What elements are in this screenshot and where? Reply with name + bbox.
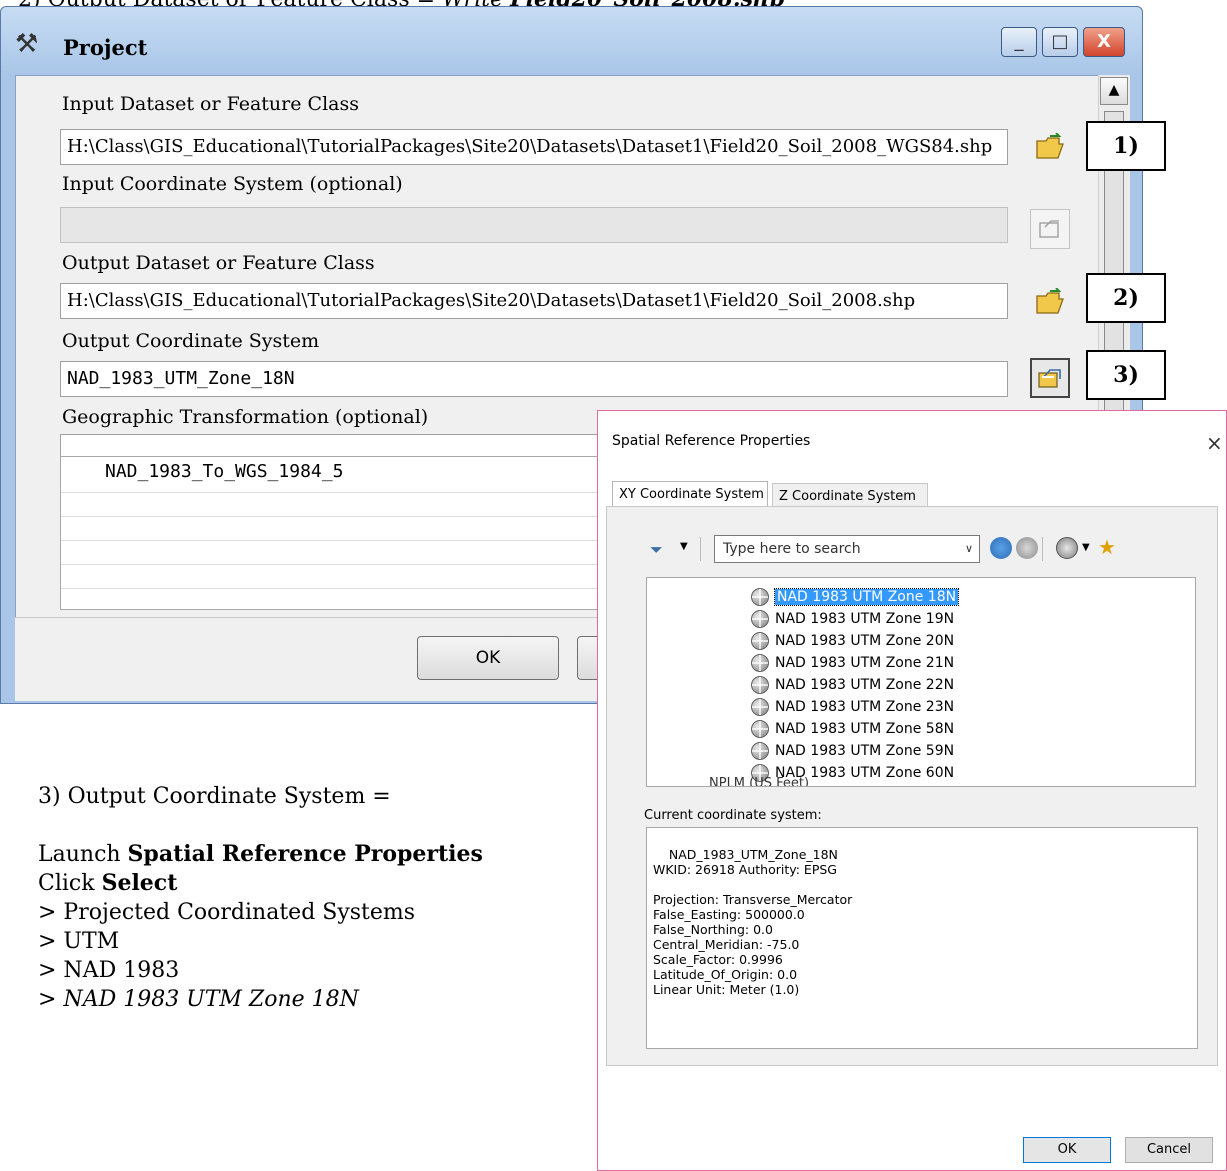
srp-title: Spatial Reference Properties	[612, 433, 811, 449]
instruction-click: Click Select	[38, 870, 178, 896]
input-cs-label: Input Coordinate System (optional)	[62, 173, 403, 195]
step-3-label: 3)	[1086, 350, 1166, 400]
tab-xy-coordinate-system[interactable]: XY Coordinate System	[612, 481, 768, 507]
instruction-path-4: > NAD 1983 UTM Zone 18N	[38, 987, 359, 1012]
srp-ok-button[interactable]: OK	[1023, 1137, 1111, 1163]
folder-save-icon[interactable]	[1030, 282, 1070, 322]
project-titlebar: ⚒ Project _ □ X	[1, 7, 1142, 75]
tree-item[interactable]: NAD 1983 UTM Zone 20N	[751, 630, 954, 652]
tab-z-coordinate-system[interactable]: Z Coordinate System	[772, 483, 928, 507]
coordinate-system-icon[interactable]	[1030, 209, 1070, 249]
project-title: Project	[63, 35, 148, 60]
input-dataset-field[interactable]: H:\Class\GIS_Educational\TutorialPackage…	[60, 129, 1008, 165]
globe-icon	[751, 720, 769, 738]
instruction-path-3: > NAD 1983	[38, 958, 180, 983]
instruction-line-1: 3) Output Coordinate System =	[38, 784, 391, 809]
toolbar-separator	[700, 537, 701, 561]
step-1-label: 1)	[1086, 121, 1166, 171]
globe-icon	[751, 698, 769, 716]
output-dataset-field[interactable]: H:\Class\GIS_Educational\TutorialPackage…	[60, 283, 1008, 319]
tree-item[interactable]: NAD 1983 UTM Zone 59N	[751, 740, 954, 762]
transform-row[interactable]	[61, 517, 619, 541]
transform-row[interactable]	[61, 589, 619, 609]
current-cs-details: NAD_1983_UTM_Zone_18N WKID: 26918 Author…	[646, 827, 1198, 1049]
spatial-reference-button[interactable]	[1030, 358, 1070, 398]
instruction-path-1: > Projected Coordinated Systems	[38, 900, 416, 925]
maximize-button[interactable]: □	[1042, 27, 1078, 57]
tree-item[interactable]: NAD 1983 UTM Zone 18N	[751, 586, 960, 608]
clear-search-icon[interactable]	[1016, 537, 1038, 559]
transform-row[interactable]	[61, 493, 619, 517]
globe-icon	[751, 742, 769, 760]
scroll-up-icon[interactable]: ▲	[1100, 77, 1128, 105]
tree-item[interactable]: NAD 1983 UTM Zone 23N	[751, 696, 954, 718]
ok-button[interactable]: OK	[417, 636, 559, 680]
current-cs-label: Current coordinate system:	[644, 808, 822, 823]
tree-item[interactable]: NAD 1983 UTM Zone 21N	[751, 652, 954, 674]
tree-item[interactable]: NAD 1983 UTM Zone 19N	[751, 608, 954, 630]
coordinate-system-tree[interactable]: NAD 1983 UTM Zone 18N NAD 1983 UTM Zone …	[646, 577, 1196, 787]
output-dataset-label: Output Dataset or Feature Class	[62, 252, 375, 274]
srp-cancel-button[interactable]: Cancel	[1125, 1137, 1213, 1163]
search-icon[interactable]	[990, 537, 1012, 559]
minimize-button[interactable]: _	[1001, 27, 1037, 57]
hammer-icon: ⚒	[15, 29, 39, 59]
output-cs-field[interactable]: NAD_1983_UTM_Zone_18N	[60, 361, 1008, 397]
output-cs-label: Output Coordinate System	[62, 330, 320, 352]
transform-row[interactable]: NAD_1983_To_WGS_1984_5	[61, 457, 619, 493]
tree-item-partial[interactable]: NPLM (US Feet)	[709, 776, 809, 786]
spatial-reference-dialog: Spatial Reference Properties × XY Coordi…	[597, 410, 1227, 1171]
transform-row[interactable]	[61, 565, 619, 589]
globe-icon	[751, 588, 769, 606]
globe-icon	[751, 654, 769, 672]
filter-icon[interactable]: ⏷	[650, 540, 663, 560]
instruction-path-2: > UTM	[38, 929, 120, 954]
step-2-label: 2)	[1086, 273, 1166, 323]
tree-item[interactable]: NAD 1983 UTM Zone 22N	[751, 674, 954, 696]
transform-list[interactable]: NAD_1983_To_WGS_1984_5	[60, 456, 620, 610]
globe-icon	[751, 632, 769, 650]
close-button[interactable]: X	[1083, 27, 1125, 57]
input-dataset-label: Input Dataset or Feature Class	[62, 93, 359, 115]
tree-item[interactable]: NAD 1983 UTM Zone 58N	[751, 718, 954, 740]
srp-close-icon[interactable]: ×	[1206, 431, 1223, 455]
search-dropdown-icon[interactable]: ∨	[965, 536, 973, 562]
instruction-launch: Launch Spatial Reference Properties	[38, 841, 483, 867]
input-cs-field[interactable]	[60, 207, 1008, 243]
search-input[interactable]: Type here to search ∨	[714, 535, 980, 563]
globe-icon	[751, 610, 769, 628]
instructions: 3) Output Coordinate System = Launch Spa…	[38, 782, 483, 1014]
toolbar-separator	[1042, 537, 1043, 561]
globe-icon	[751, 676, 769, 694]
filter-dropdown-icon[interactable]: ▼	[680, 541, 688, 552]
folder-open-icon[interactable]	[1030, 127, 1070, 167]
geo-transform-label: Geographic Transformation (optional)	[62, 406, 429, 428]
globe-dropdown-icon[interactable]: ▼	[1082, 542, 1090, 553]
transform-row[interactable]	[61, 541, 619, 565]
favorite-star-icon[interactable]: ★	[1098, 535, 1116, 559]
globe-add-icon[interactable]	[1056, 537, 1078, 559]
